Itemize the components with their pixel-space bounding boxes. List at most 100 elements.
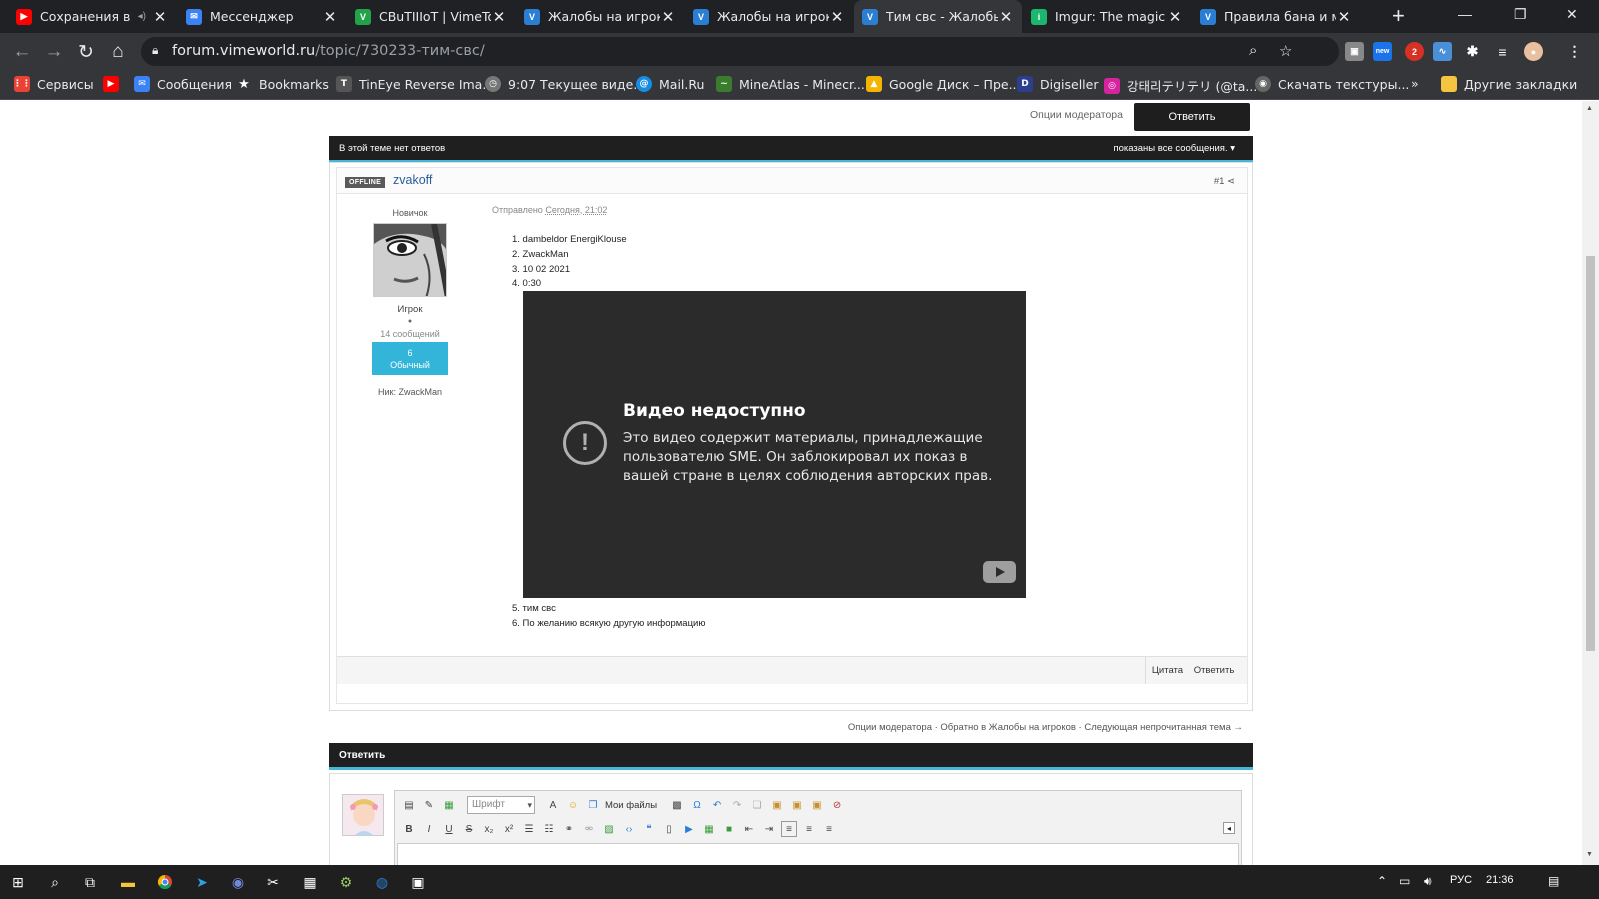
undo-icon[interactable]: ↶	[709, 797, 725, 813]
close-window-button[interactable]: ✕	[1566, 6, 1578, 23]
username-link[interactable]: zvakoff	[393, 173, 432, 187]
media-control-icon[interactable]: ≡	[1493, 42, 1512, 61]
scroll-down-icon[interactable]: ▼	[1586, 851, 1593, 858]
menu-kebab-icon[interactable]: ⋮	[1565, 42, 1584, 61]
bookmark-textures[interactable]: ◉ Скачать текстуры...	[1255, 76, 1409, 92]
close-tab-icon[interactable]: ✕	[491, 8, 507, 26]
bookmark-services[interactable]: ⋮⋮ Сервисы	[13, 76, 94, 92]
reload-button[interactable]: ↻	[73, 39, 99, 65]
media-icon[interactable]: ▶	[681, 821, 697, 837]
align-left-icon[interactable]: ≡	[781, 821, 797, 837]
extension-badge-icon[interactable]: 2	[1405, 42, 1424, 61]
shown-all-dropdown[interactable]: показаны все сообщения. ▾	[1113, 143, 1235, 154]
bookmark-digiseller[interactable]: D Digiseller	[1017, 76, 1098, 92]
link-icon[interactable]: ⚭	[561, 821, 577, 837]
bookmark-tineye[interactable]: T TinEye Reverse Ima...	[336, 76, 494, 92]
close-tab-icon[interactable]: ✕	[660, 8, 676, 26]
volume-icon[interactable]: 🔊︎	[1424, 874, 1432, 889]
align-right-icon[interactable]: ≡	[821, 821, 837, 837]
moderator-options-link[interactable]: Опции модератора	[1030, 109, 1123, 121]
text-color-icon[interactable]: A	[545, 797, 561, 813]
unlink-icon[interactable]: ⚮	[581, 821, 597, 837]
discord-icon[interactable]: ◉	[228, 872, 248, 892]
page-scrollbar[interactable]: ▲ ▼	[1582, 101, 1599, 865]
share-icon[interactable]: ⋖	[1227, 176, 1235, 187]
close-tab-icon[interactable]: ✕	[829, 8, 845, 26]
strike-icon[interactable]: S	[461, 821, 477, 837]
network-icon[interactable]: ▭	[1399, 874, 1410, 888]
redo-icon[interactable]: ↷	[729, 797, 745, 813]
bookmark-star-icon[interactable]: ☆	[1279, 42, 1292, 60]
youtube-logo-icon[interactable]	[983, 561, 1016, 583]
zoom-icon[interactable]: ⌕	[1249, 42, 1257, 59]
bold-icon[interactable]: B	[401, 821, 417, 837]
tab-1[interactable]: ✉ Мессенджер ✕	[178, 0, 346, 33]
notifications-icon[interactable]: ▤	[1548, 874, 1559, 888]
font-select[interactable]: Шрифт	[467, 796, 535, 814]
paste-word-icon[interactable]: ▣	[809, 797, 825, 813]
spoiler-icon[interactable]: ▩	[669, 797, 685, 813]
tab-6[interactable]: i Imgur: The magic of ✕	[1023, 0, 1191, 33]
url-text[interactable]: forum.vimeworld.ru/topic/730233-тим-свс/	[172, 43, 485, 59]
clock[interactable]: 21:36	[1486, 874, 1514, 886]
more-bookmarks-button[interactable]: »	[1411, 76, 1419, 91]
bottom-nav-links[interactable]: Опции модератора · Обратно в Жалобы на и…	[848, 722, 1243, 733]
audio-icon[interactable]: ◂)	[138, 11, 146, 22]
address-bar[interactable]: 🔒︎ forum.vimeworld.ru/topic/730233-тим-с…	[141, 37, 1339, 66]
close-tab-icon[interactable]: ✕	[998, 8, 1014, 26]
close-tab-icon[interactable]: ✕	[152, 8, 168, 26]
tab-2[interactable]: V СВuTIIIoT | VimeTop ✕	[347, 0, 515, 33]
search-icon[interactable]: ⌕	[45, 872, 65, 892]
file-explorer-icon[interactable]: ▬	[118, 872, 138, 892]
tab-0[interactable]: ▶ Сохранения в и ◂) ✕	[8, 0, 176, 33]
app-icon[interactable]: ✂	[263, 872, 283, 892]
bookmark-bookmarks[interactable]: ★ Bookmarks	[236, 76, 329, 92]
input-language[interactable]: РУС	[1450, 874, 1472, 886]
source-icon[interactable]: ▤	[401, 797, 417, 813]
tab-7[interactable]: V Правила бана и му ✕	[1192, 0, 1360, 33]
remove-format-icon[interactable]: ⊘	[829, 797, 845, 813]
profile-avatar[interactable]: ●	[1524, 42, 1543, 61]
close-tab-icon[interactable]: ✕	[1336, 8, 1352, 26]
extension-new-icon[interactable]: new	[1373, 42, 1392, 61]
extension-icon[interactable]: ▣	[1345, 42, 1364, 61]
italic-icon[interactable]: I	[421, 821, 437, 837]
tray-chevron-icon[interactable]: ⌃	[1377, 874, 1387, 888]
bookmark-mailru[interactable]: @ Mail.Ru	[636, 76, 704, 92]
collapse-toolbar-icon[interactable]: ◂	[1223, 822, 1235, 834]
new-tab-button[interactable]: +	[1392, 5, 1405, 27]
table-icon[interactable]: ▦	[441, 797, 457, 813]
special-chars-icon[interactable]: Ω	[689, 797, 705, 813]
reply-button[interactable]: Ответить	[1134, 103, 1250, 131]
image-icon[interactable]: ▨	[601, 821, 617, 837]
video-embed[interactable]: ! Видео недоступно Это видео содержит ма…	[523, 291, 1026, 598]
chrome-icon[interactable]	[155, 872, 175, 892]
post-number[interactable]: #1 ⋖	[1214, 176, 1235, 187]
indent-increase-icon[interactable]: ⇥	[761, 821, 777, 837]
vimeworld-launcher-icon[interactable]: ▣	[408, 872, 428, 892]
avatar[interactable]	[373, 223, 447, 297]
app-icon-2[interactable]: ⚙	[336, 872, 356, 892]
bookmark-youtube[interactable]: ▶	[103, 76, 126, 92]
emoticon-box-icon[interactable]: ■	[721, 821, 737, 837]
emoji-icon[interactable]: ☺	[565, 797, 581, 813]
forward-button[interactable]: →	[41, 39, 67, 65]
tab-4[interactable]: V Жалобы на игроков ✕	[685, 0, 853, 33]
align-center-icon[interactable]: ≡	[801, 821, 817, 837]
minimize-button[interactable]: —	[1458, 6, 1472, 22]
scrollbar-thumb[interactable]	[1586, 256, 1595, 651]
bookmark-mineatlas[interactable]: ~ MineAtlas - Minecr...	[716, 76, 865, 92]
numbered-list-icon[interactable]: ☷	[541, 821, 557, 837]
close-tab-icon[interactable]: ✕	[1167, 8, 1183, 26]
restore-button[interactable]: ❐	[1514, 6, 1527, 23]
extensions-puzzle-icon[interactable]: ✱	[1463, 42, 1482, 61]
bookmark-instagram[interactable]: ◎ 강태리テリテリ (@ta...	[1104, 76, 1257, 95]
bookmark-messages[interactable]: ✉ Сообщения	[134, 76, 232, 92]
post-reply-button[interactable]: Ответить	[1189, 657, 1239, 684]
gallery-icon[interactable]: ▦	[701, 821, 717, 837]
back-button[interactable]: ←	[9, 39, 35, 65]
lock-icon[interactable]: 🔒︎	[152, 43, 158, 58]
code-icon[interactable]: ‹›	[621, 821, 637, 837]
eraser-icon[interactable]: ✎	[421, 797, 437, 813]
subscript-icon[interactable]: x₂	[481, 821, 497, 837]
